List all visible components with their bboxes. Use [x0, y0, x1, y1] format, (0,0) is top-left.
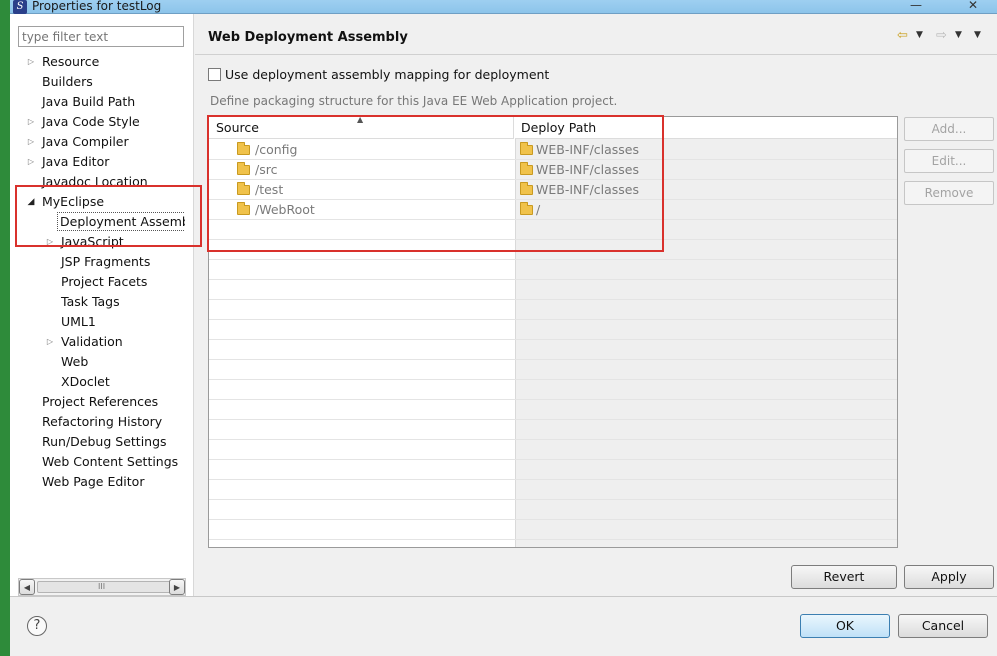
tree-item-refactoring-history[interactable]: Refactoring History	[10, 412, 194, 432]
help-icon[interactable]: ?	[27, 616, 47, 636]
tree-item-run-debug-settings[interactable]: Run/Debug Settings	[10, 432, 194, 452]
scroll-left-icon[interactable]: ◀	[19, 579, 35, 595]
tree-item-xdoclet[interactable]: XDoclet	[10, 372, 194, 392]
back-dropdown-icon[interactable]: ▼	[916, 30, 923, 40]
tree-item-web[interactable]: Web	[10, 352, 194, 372]
expand-arrow-icon[interactable]: ▷	[26, 52, 36, 72]
window-title: Properties for testLog	[32, 0, 162, 13]
highlight-box-table-entries	[207, 115, 664, 252]
tree-item-java-compiler[interactable]: ▷ Java Compiler	[10, 132, 194, 152]
footer-separator	[10, 596, 997, 597]
view-menu-icon[interactable]: ▼	[974, 30, 981, 40]
page-description: Define packaging structure for this Java…	[210, 94, 618, 108]
deployment-mapping-label: Use deployment assembly mapping for depl…	[225, 67, 550, 82]
tree-item-java-build-path[interactable]: Java Build Path	[10, 92, 194, 112]
tree-item-project-references[interactable]: Project References	[10, 392, 194, 412]
expand-arrow-icon[interactable]: ▷	[26, 132, 36, 152]
forward-dropdown-icon[interactable]: ▼	[955, 30, 962, 40]
expand-arrow-icon[interactable]: ▷	[26, 112, 36, 132]
expand-arrow-icon[interactable]: ▷	[45, 332, 55, 352]
scroll-right-icon[interactable]: ▶	[169, 579, 185, 595]
tree-item-web-page-editor[interactable]: Web Page Editor	[10, 472, 194, 492]
tree-item-jsp-fragments[interactable]: JSP Fragments	[10, 252, 194, 272]
tree-item-builders[interactable]: Builders	[10, 72, 194, 92]
page-title: Web Deployment Assembly	[208, 30, 408, 45]
close-button[interactable]: ✕	[968, 0, 978, 12]
expand-arrow-icon[interactable]: ▷	[26, 152, 36, 172]
add-button[interactable]: Add...	[904, 117, 994, 141]
tree-item-java-code-style[interactable]: ▷ Java Code Style	[10, 112, 194, 132]
revert-button[interactable]: Revert	[791, 565, 897, 589]
deployment-mapping-checkbox[interactable]	[208, 68, 221, 81]
filter-input[interactable]	[18, 26, 184, 47]
properties-window: S Properties for testLog — ✕ ▷ Resource …	[10, 0, 997, 656]
right-pane: Web Deployment Assembly ⇦ ▼ ⇨ ▼ ▼ Use de…	[195, 14, 997, 596]
page-header: Web Deployment Assembly ⇦ ▼ ⇨ ▼ ▼	[195, 14, 997, 55]
myeclipse-app-icon: S	[13, 0, 27, 14]
scrollbar-thumb[interactable]: III	[37, 581, 172, 593]
tree-item-java-editor[interactable]: ▷ Java Editor	[10, 152, 194, 172]
ok-button[interactable]: OK	[800, 614, 890, 638]
left-pane: ▷ Resource Builders Java Build Path ▷ Ja…	[10, 14, 194, 596]
tree-item-resource[interactable]: ▷ Resource	[10, 52, 194, 72]
highlight-box-tree-selection	[15, 185, 202, 247]
tree-horizontal-scrollbar[interactable]: ◀ III ▶	[18, 578, 186, 596]
edit-button[interactable]: Edit...	[904, 149, 994, 173]
cancel-button[interactable]: Cancel	[898, 614, 988, 638]
minimize-button[interactable]: —	[910, 0, 922, 12]
forward-arrow-icon[interactable]: ⇨	[936, 28, 947, 43]
property-tree: ▷ Resource Builders Java Build Path ▷ Ja…	[10, 50, 194, 580]
scroll-grip-icon: III	[98, 582, 106, 591]
tree-item-uml1[interactable]: UML1	[10, 312, 194, 332]
apply-button[interactable]: Apply	[904, 565, 994, 589]
remove-button[interactable]: Remove	[904, 181, 994, 205]
tree-item-web-content-settings[interactable]: Web Content Settings	[10, 452, 194, 472]
tree-item-validation[interactable]: ▷ Validation	[10, 332, 194, 352]
title-bar: S Properties for testLog — ✕	[10, 0, 997, 14]
tree-item-project-facets[interactable]: Project Facets	[10, 272, 194, 292]
tree-item-task-tags[interactable]: Task Tags	[10, 292, 194, 312]
back-arrow-icon[interactable]: ⇦	[897, 28, 908, 43]
